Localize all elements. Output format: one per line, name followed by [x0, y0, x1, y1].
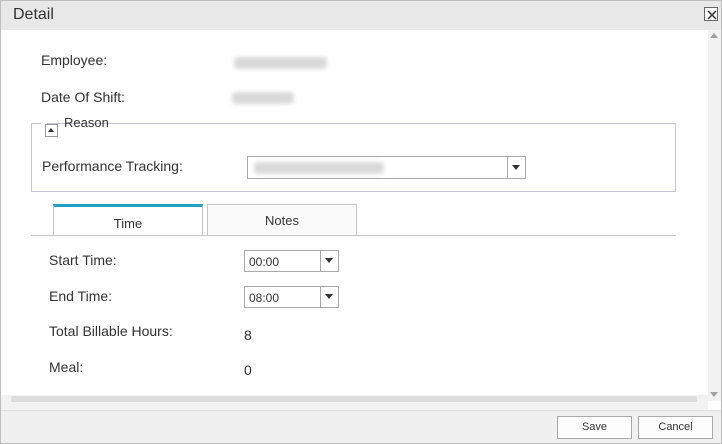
employee-label: Employee:	[41, 52, 108, 68]
reason-legend-label: Reason	[64, 115, 109, 130]
close-button[interactable]	[704, 7, 718, 21]
dialog-footer: Save Cancel	[1, 410, 721, 443]
performance-tracking-value-redacted	[254, 162, 384, 174]
total-billable-hours-value: 8	[244, 327, 252, 343]
tab-notes[interactable]: Notes	[207, 204, 357, 236]
scroll-down-icon	[710, 392, 718, 397]
date-of-shift-value-redacted	[232, 92, 294, 104]
end-time-label: End Time:	[49, 288, 113, 304]
chevron-down-icon	[512, 165, 520, 170]
performance-tracking-label: Performance Tracking:	[42, 158, 183, 174]
detail-dialog: Detail Employee: Date Of Shift: Reason P…	[0, 0, 722, 444]
performance-tracking-dropdown-button[interactable]	[507, 157, 525, 178]
collapse-arrow-icon	[48, 128, 54, 132]
employee-value-redacted	[234, 57, 327, 69]
end-time-value: 08:00	[249, 291, 280, 305]
start-time-dropdown-button[interactable]	[320, 251, 338, 271]
horizontal-scrollbar[interactable]	[1, 395, 708, 410]
cancel-button[interactable]: Cancel	[638, 416, 713, 439]
meal-label: Meal:	[49, 359, 84, 375]
dialog-title: Detail	[13, 6, 54, 23]
meal-value: 0	[244, 362, 252, 378]
tab-divider	[31, 235, 676, 236]
tab-time-label: Time	[113, 216, 143, 231]
tab-notes-label: Notes	[265, 213, 299, 228]
chevron-down-icon	[325, 258, 333, 263]
end-time-select[interactable]: 08:00	[244, 286, 339, 308]
close-icon	[707, 10, 717, 20]
start-time-select[interactable]: 00:00	[244, 250, 339, 272]
vertical-scrollbar[interactable]	[708, 30, 721, 401]
total-billable-hours-label: Total Billable Hours:	[49, 323, 173, 339]
tab-time[interactable]: Time	[53, 204, 203, 236]
performance-tracking-select[interactable]	[247, 156, 526, 179]
chevron-down-icon	[325, 294, 333, 299]
dialog-titlebar: Detail	[1, 1, 721, 30]
scroll-up-icon	[710, 33, 718, 38]
horizontal-scrollbar-thumb[interactable]	[11, 396, 697, 402]
reason-collapse-toggle[interactable]	[45, 124, 58, 137]
end-time-dropdown-button[interactable]	[320, 287, 338, 307]
save-button[interactable]: Save	[557, 416, 632, 439]
date-of-shift-label: Date Of Shift:	[41, 89, 126, 105]
start-time-value: 00:00	[249, 255, 280, 269]
start-time-label: Start Time:	[49, 252, 117, 268]
dialog-content[interactable]: Employee: Date Of Shift: Reason Performa…	[1, 30, 721, 410]
